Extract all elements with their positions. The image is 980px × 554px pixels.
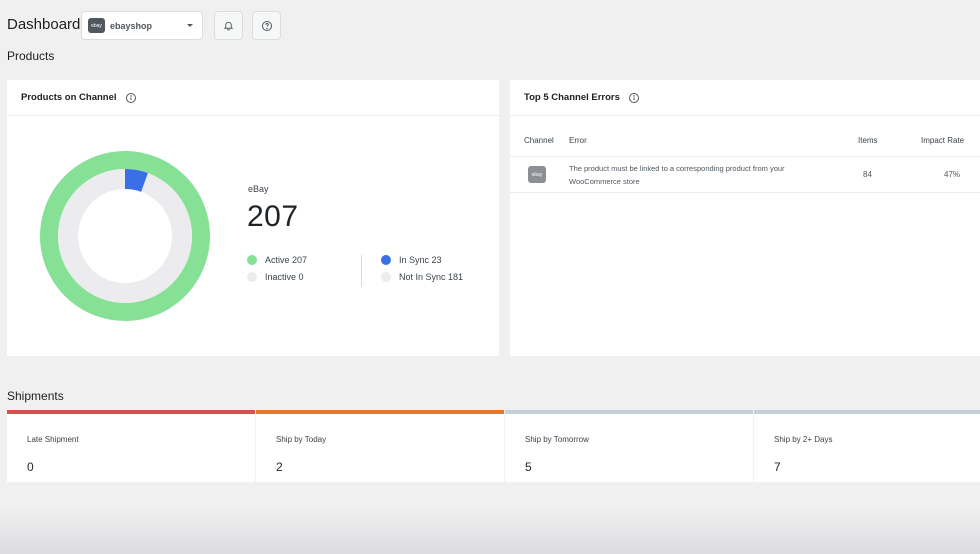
bottom-fade <box>0 505 980 554</box>
page-title: Dashboard <box>7 16 81 33</box>
error-items-count: 84 <box>863 170 872 179</box>
shipment-card-label: Ship by Today <box>276 435 327 444</box>
products-on-channel-card: Products on Channel eBay 207 Active 207 … <box>7 80 499 356</box>
shipment-card-value: 0 <box>27 460 34 474</box>
error-message: The product must be linked to a correspo… <box>569 163 829 188</box>
inactive-dot-icon <box>247 272 257 282</box>
bell-icon <box>223 21 234 31</box>
legend-inactive: Inactive 0 <box>247 272 304 282</box>
shop-select[interactable]: ebay ebayshop <box>81 11 203 40</box>
shop-select-value: ebayshop <box>110 20 153 31</box>
column-header-impact-rate: Impact Rate <box>921 136 965 145</box>
card-title: Top 5 Channel Errors <box>524 92 620 103</box>
legend-not-in-sync: Not In Sync 181 <box>381 272 463 282</box>
notifications-button[interactable] <box>214 11 243 40</box>
shipment-card[interactable]: Ship by 2+ Days 7 <box>754 410 980 482</box>
table-divider <box>510 192 980 193</box>
shipment-card-label: Ship by 2+ Days <box>774 435 833 444</box>
column-header-channel: Channel <box>524 136 554 145</box>
products-donut-chart <box>40 151 210 321</box>
table-divider <box>510 156 980 157</box>
help-button[interactable] <box>252 11 281 40</box>
chevron-down-icon <box>187 24 193 27</box>
not-in-sync-dot-icon <box>381 272 391 282</box>
shipment-card-value: 7 <box>774 460 781 474</box>
donut-not-in-sync-ring <box>58 169 192 303</box>
legend-inactive-label: Inactive 0 <box>265 272 304 282</box>
in-sync-dot-icon <box>381 255 391 265</box>
shipments-section-title: Shipments <box>7 389 64 403</box>
legend-active: Active 207 <box>247 255 307 265</box>
channel-name: eBay <box>248 184 269 194</box>
ebay-logo-icon: ebay <box>528 166 546 183</box>
active-dot-icon <box>247 255 257 265</box>
ebay-logo-icon: ebay <box>88 18 105 33</box>
channel-product-count: 207 <box>247 200 299 233</box>
shipment-card-label: Ship by Tomorrow <box>525 435 589 444</box>
column-header-error: Error <box>569 136 587 145</box>
info-icon[interactable] <box>628 92 640 104</box>
shipment-card[interactable]: Ship by Tomorrow 5 <box>505 410 753 482</box>
info-icon[interactable] <box>125 92 137 104</box>
products-section-title: Products <box>7 49 55 63</box>
error-message-line: WooCommerce store <box>569 176 640 186</box>
error-message-line: The product must be linked to a correspo… <box>569 164 785 173</box>
shipment-card-value: 5 <box>525 460 532 474</box>
shipment-card[interactable]: Ship by Today 2 <box>256 410 504 482</box>
help-icon <box>261 20 272 31</box>
legend-divider <box>361 255 362 287</box>
shipment-card-value: 2 <box>276 460 283 474</box>
legend-in-sync: In Sync 23 <box>381 255 442 265</box>
channel-errors-card: Top 5 Channel Errors Channel Error Items… <box>510 80 980 356</box>
shipment-card[interactable]: Late Shipment 0 <box>7 410 255 482</box>
error-impact-rate: 47% <box>944 170 961 179</box>
legend-not-in-sync-label: Not In Sync 181 <box>399 272 464 282</box>
legend-active-label: Active 207 <box>265 255 308 265</box>
card-title: Products on Channel <box>21 92 117 103</box>
legend-in-sync-label: In Sync 23 <box>399 255 442 265</box>
shipment-card-label: Late Shipment <box>27 435 79 444</box>
column-header-items: Items <box>858 136 878 145</box>
